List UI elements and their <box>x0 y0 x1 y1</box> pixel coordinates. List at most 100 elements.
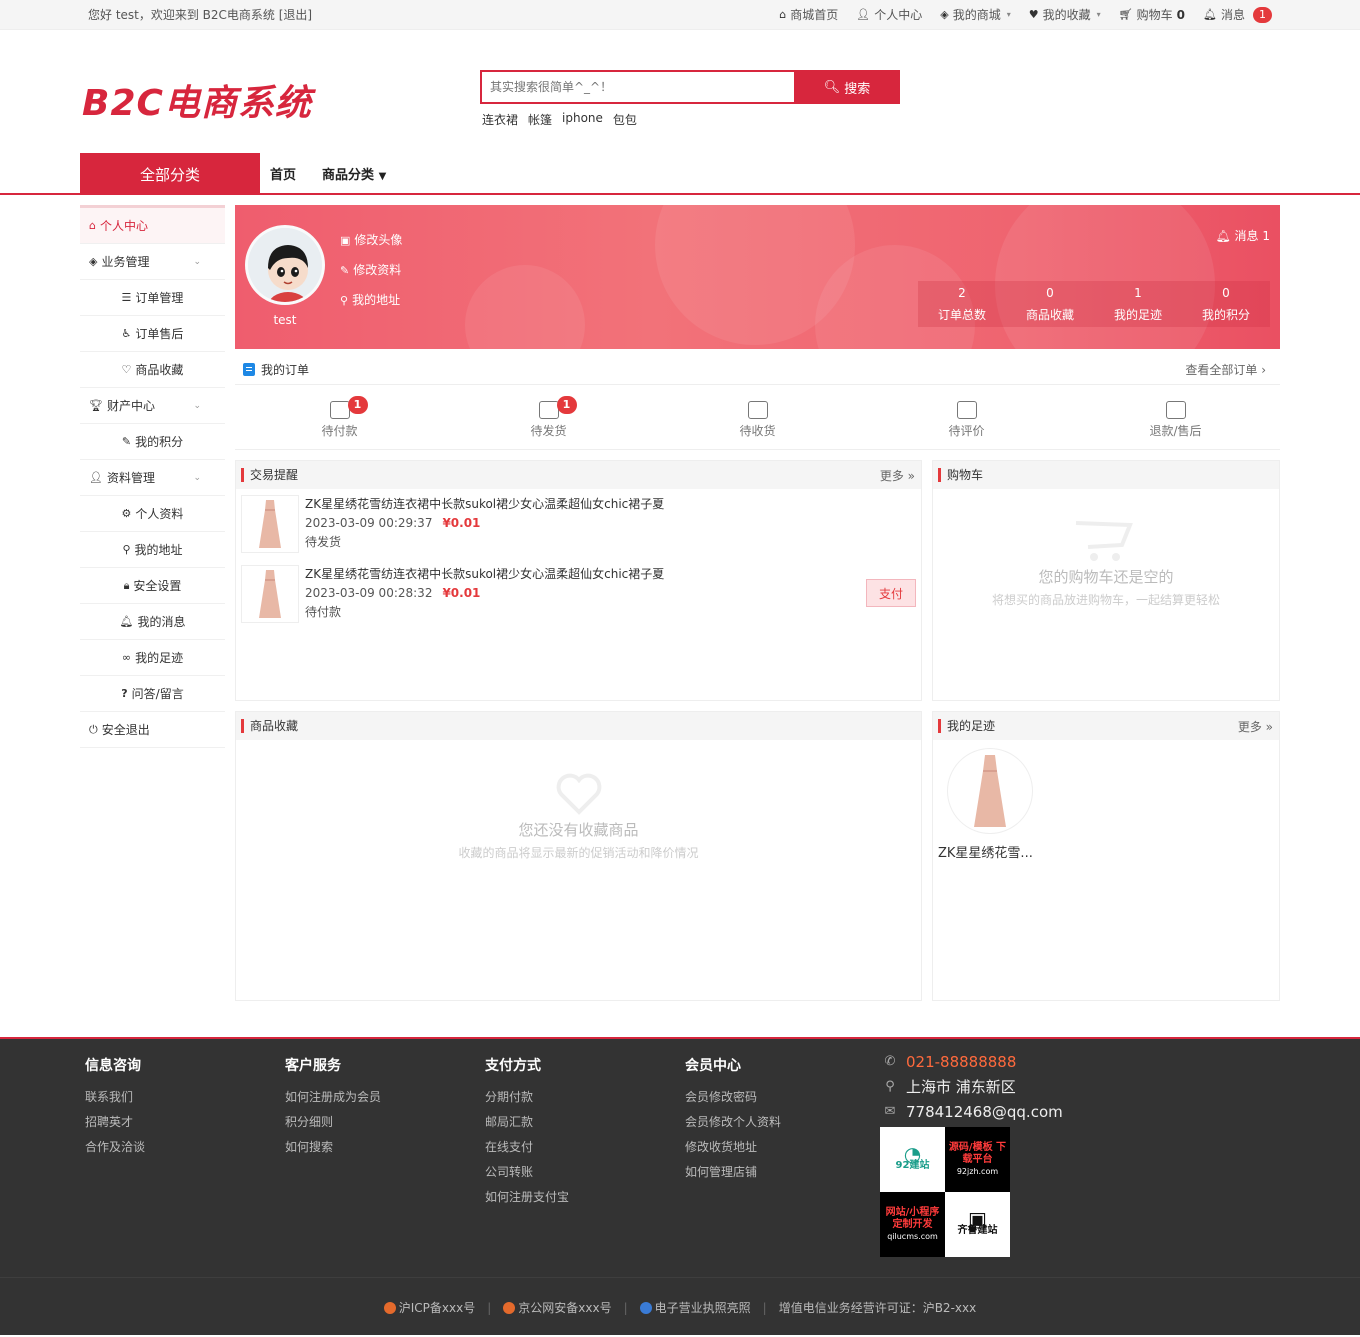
trophy-icon: 🏆︎ <box>89 399 103 412</box>
view-all-orders-link[interactable]: 查看全部订单 › <box>1185 361 1266 378</box>
stat-points[interactable]: 0 我的积分 <box>1182 281 1270 327</box>
edit-avatar-link[interactable]: ▣ 修改头像 <box>340 231 402 248</box>
stat-favorites[interactable]: 0 商品收藏 <box>1006 281 1094 327</box>
license-link[interactable]: 电子营业执照亮照 <box>639 1299 751 1316</box>
footprint-product-image[interactable] <box>947 748 1033 834</box>
trade-row[interactable]: ZK星星绣花雪纺连衣裙中长款sukol裙少女心温柔超仙女chic裙子夏 2023… <box>236 559 921 629</box>
sidebar-item-business[interactable]: ◈ 业务管理 ⌄ <box>80 244 225 280</box>
order-status-unpaid[interactable]: 待付款 1 <box>235 390 444 449</box>
sidebar-item-footprint[interactable]: ∞ 我的足迹 <box>80 640 225 676</box>
hot-word[interactable]: 帐篷 <box>528 111 552 128</box>
top-link-messages[interactable]: 🔔︎ 消息 1 <box>1203 6 1272 23</box>
my-address-link[interactable]: ⚲ 我的地址 <box>340 291 402 308</box>
top-link-home[interactable]: ⌂ 商城首页 <box>779 6 838 23</box>
product-thumbnail[interactable] <box>241 565 299 623</box>
sidebar-item-personal-info[interactable]: ⚙ 个人资料 <box>80 496 225 532</box>
footer-link[interactable]: 邮局汇款 <box>485 1110 569 1135</box>
sidebar: ⌂ 个人中心 ◈ 业务管理 ⌄ ☰ 订单管理 ♿︎ 订单售后 ♡ 商品收藏 🏆︎ 财产中心 ⌄ … <box>80 205 225 748</box>
nav-home[interactable]: 首页 <box>270 164 296 183</box>
separator: | <box>623 1300 628 1315</box>
logo-qilu[interactable]: ▣ 齐鲁建站 <box>945 1192 1010 1257</box>
trade-more-link[interactable]: 更多 » <box>880 467 915 484</box>
chevron-down-icon: ⌄ <box>193 472 201 483</box>
refund-icon <box>1165 400 1186 419</box>
top-link-my-mall[interactable]: ◈ 我的商城 ▾ <box>940 6 1011 23</box>
logo-custom-dev[interactable]: 网站/小程序 定制开发 qilucms.com <box>880 1192 945 1257</box>
trade-row[interactable]: ZK星星绣花雪纺连衣裙中长款sukol裙少女心温柔超仙女chic裙子夏 2023… <box>236 489 921 559</box>
top-link-cart[interactable]: 🛒︎ 购物车 0 <box>1119 6 1185 23</box>
sidebar-item-favorites[interactable]: ♡ 商品收藏 <box>80 352 225 388</box>
police-link[interactable]: 京公网安备xxx号 <box>503 1299 612 1316</box>
phone-icon: ✆ <box>884 1054 896 1069</box>
search-button[interactable]: 🔍︎ 搜索 <box>794 70 900 104</box>
search-input[interactable] <box>480 70 794 104</box>
stat-footprint[interactable]: 1 我的足迹 <box>1094 281 1182 327</box>
top-link-favorites[interactable]: ♥ 我的收藏 ▾ <box>1029 6 1101 23</box>
product-thumbnail[interactable] <box>241 495 299 553</box>
license-icon <box>639 1302 652 1314</box>
edit-profile-link[interactable]: ✎ 修改资料 <box>340 261 402 278</box>
footer-link[interactable]: 分期付款 <box>485 1085 569 1110</box>
hot-word[interactable]: 连衣裙 <box>482 111 518 128</box>
sidebar-item-assets[interactable]: 🏆︎ 财产中心 ⌄ <box>80 388 225 424</box>
cart-icon <box>1075 521 1133 561</box>
sidebar-item-after-sales[interactable]: ♿︎ 订单售后 <box>80 316 225 352</box>
footer-link[interactable]: 如何注册成为会员 <box>285 1085 381 1110</box>
footer-link[interactable]: 积分细则 <box>285 1110 381 1135</box>
footer-link[interactable]: 招聘英才 <box>85 1110 145 1135</box>
order-status-to-ship[interactable]: 待发货 1 <box>444 390 653 449</box>
order-status-to-review[interactable]: 待评价 <box>862 390 1071 449</box>
stat-label: 订单总数 <box>937 307 986 322</box>
stat-orders[interactable]: 2 订单总数 <box>918 281 1006 327</box>
footer-col-title: 会员中心 <box>685 1058 741 1074</box>
avatar[interactable] <box>245 225 325 305</box>
sidebar-item-label: 我的地址 <box>134 543 183 557</box>
footer-link[interactable]: 如何注册支付宝 <box>485 1185 569 1210</box>
sidebar-item-profile-mgmt[interactable]: 👤︎ 资料管理 ⌄ <box>80 460 225 496</box>
sidebar-item-qa[interactable]: ? 问答/留言 <box>80 676 225 712</box>
icp-label: 沪ICP备xxx号 <box>398 1301 476 1315</box>
sidebar-item-user-center[interactable]: ⌂ 个人中心 <box>80 208 225 244</box>
footer-link[interactable]: 会员修改密码 <box>685 1085 781 1110</box>
profile-banner: test ▣ 修改头像 ✎ 修改资料 ⚲ 我的地址 🔔︎ 消息 1 2 订单总数 0 商品… <box>235 205 1280 349</box>
nav-goods-category-label: 商品分类 <box>322 167 375 183</box>
icp-link[interactable]: 沪ICP备xxx号 <box>383 1299 476 1316</box>
hot-word[interactable]: iphone <box>562 111 603 128</box>
sidebar-item-label: 业务管理 <box>101 255 150 269</box>
footer-link[interactable]: 会员修改个人资料 <box>685 1110 781 1135</box>
all-categories-button[interactable]: 全部分类 <box>80 153 260 195</box>
hot-word[interactable]: 包包 <box>613 111 637 128</box>
footer-link[interactable]: 在线支付 <box>485 1135 569 1160</box>
logo-92jz[interactable]: ◔ 92建站 <box>880 1127 945 1192</box>
footer-link[interactable]: 联系我们 <box>85 1085 145 1110</box>
stat-value: 2 <box>958 285 966 300</box>
logo-download-platform[interactable]: 源码/模板 下载平台 92jzh.com <box>945 1127 1010 1192</box>
sidebar-item-orders[interactable]: ☰ 订单管理 <box>80 280 225 316</box>
footer-link[interactable]: 合作及洽谈 <box>85 1135 145 1160</box>
banner-message-link[interactable]: 🔔︎ 消息 1 <box>1215 227 1270 244</box>
order-status-to-receive[interactable]: 待收货 <box>653 390 862 449</box>
sidebar-item-points[interactable]: ✎ 我的积分 <box>80 424 225 460</box>
order-status-badge: 1 <box>347 396 368 414</box>
footprint-product-name[interactable]: ZK星星绣花雪... <box>938 842 1033 861</box>
document-icon <box>243 363 255 376</box>
footprint-more-link[interactable]: 更多 » <box>1238 718 1273 735</box>
footer-link[interactable]: 如何管理店铺 <box>685 1160 781 1185</box>
footer-link[interactable]: 如何搜索 <box>285 1135 381 1160</box>
sidebar-item-messages[interactable]: 🔔︎ 我的消息 <box>80 604 225 640</box>
sidebar-item-address[interactable]: ⚲ 我的地址 <box>80 532 225 568</box>
footer-link[interactable]: 公司转账 <box>485 1160 569 1185</box>
product-name[interactable]: ZK星星绣花雪纺连衣裙中长款sukol裙少女心温柔超仙女chic裙子夏 <box>305 565 664 584</box>
footer-link[interactable]: 修改收货地址 <box>685 1135 781 1160</box>
email-text: 778412468@qq.com <box>906 1102 1063 1121</box>
order-price: ¥0.01 <box>442 516 481 530</box>
product-name[interactable]: ZK星星绣花雪纺连衣裙中长款sukol裙少女心温柔超仙女chic裙子夏 <box>305 495 664 514</box>
sidebar-item-logout[interactable]: ⏻ 安全退出 <box>80 712 225 748</box>
order-status-refund[interactable]: 退款/售后 <box>1071 390 1280 449</box>
top-link-user-center[interactable]: 👤︎ 个人中心 <box>856 6 922 23</box>
sidebar-item-security[interactable]: 🔒︎ 安全设置 <box>80 568 225 604</box>
pay-button[interactable]: 支付 <box>866 579 916 607</box>
nav-goods-category[interactable]: 商品分类 ▼ <box>322 164 386 183</box>
site-logo[interactable]: B2C电商系统 <box>82 74 312 126</box>
sidebar-item-label: 个人资料 <box>135 507 184 521</box>
